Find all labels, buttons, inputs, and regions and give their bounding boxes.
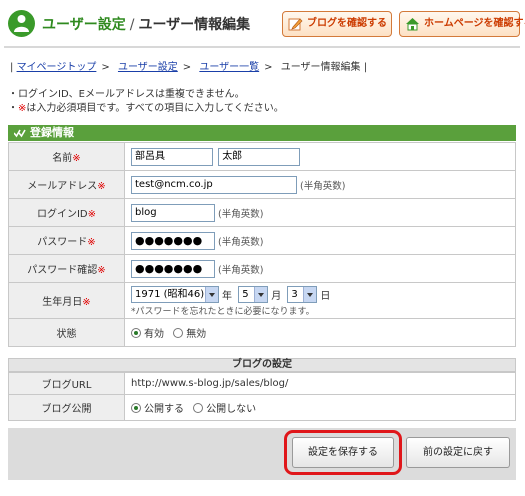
label-name: 名前※ [8,142,125,171]
page-title-main: ユーザー設定 [42,17,126,33]
view-homepage-label: ホームページを確認する [424,18,525,29]
year-unit: 年 [222,291,232,302]
breadcrumb-separator: > [264,62,273,73]
required-mark: ※ [97,265,106,276]
password-input[interactable]: ●●●●●●● [131,231,215,250]
user-settings-icon [8,10,35,37]
label-password-text: パスワード [37,237,88,248]
required-mark: ※ [72,153,81,164]
label-password-confirm-text: パスワード確認 [27,265,98,276]
row-login-id: ログインID※ blog (半角英数) [8,198,516,227]
label-login-id-text: ログインID [36,209,88,220]
section-header-registration: 登録情報 [8,125,516,141]
registration-form: 名前※ 部呂具 太郎 メールアドレス※ test@ncm.co.jp (半角英数)… [8,142,516,347]
email-hint: (半角英数) [300,180,346,192]
row-status: 状態 有効 無効 [8,318,516,347]
status-active-label: 有効 [144,329,164,340]
status-active-radio[interactable] [131,327,141,338]
blog-url-value: http://www.s-blog.jp/sales/blog/ [131,378,289,389]
blog-public-radio[interactable] [131,402,141,413]
row-password: パスワード※ ●●●●●●● (半角英数) [8,226,516,255]
label-blog-public-text: ブログ公開 [41,404,92,415]
row-blog-public: ブログ公開 公開する 公開しない [8,394,516,421]
status-inactive-radio[interactable] [173,327,184,338]
chevron-down-icon [303,287,317,302]
row-blog-url: ブログURL http://www.s-blog.jp/sales/blog/ [8,372,516,395]
blog-settings-header: ブログの設定 [8,358,516,372]
breadcrumb-user-list[interactable]: ユーザー一覧 [199,62,259,73]
month-unit: 月 [271,291,282,302]
row-birthday: 生年月日※ 1971 (昭和46) 年 5 月 3 日 *パスワードを忘れたときに必要… [8,282,516,319]
breadcrumb-mypage-top[interactable]: マイページトップ [17,62,97,73]
birth-day-value: 3 [291,289,298,300]
blog-settings-form: ブログURL http://www.s-blog.jp/sales/blog/ … [8,372,516,421]
birth-month-value: 5 [242,289,249,300]
row-email: メールアドレス※ test@ncm.co.jp (半角英数) [8,170,516,199]
required-mark: ※ [87,209,97,220]
page-title: ユーザー設定 / ユーザー情報編集 [42,14,250,34]
login-id-input[interactable]: blog [131,203,215,222]
title-separator: / [129,17,135,33]
day-unit: 日 [320,291,331,302]
first-name-input[interactable]: 太郎 [218,147,301,166]
chevron-down-icon [205,287,218,302]
double-check-icon [14,129,26,138]
birth-year-select[interactable]: 1971 (昭和46) [131,286,219,303]
required-mark: ※ [97,181,106,192]
password-hint: (半角英数) [218,236,264,248]
last-name-input[interactable]: 部呂具 [131,147,213,166]
birth-year-value: 1971 (昭和46) [135,289,205,300]
breadcrumb-separator: > [101,62,110,73]
page-subtitle: ユーザー情報編集 [138,17,251,33]
blog-private-radio[interactable] [193,402,204,413]
row-password-confirm: パスワード確認※ ●●●●●●● (半角英数) [8,254,516,283]
view-blog-button[interactable]: ブログを確認する [282,11,392,37]
note-duplicate: ・ログインID、Eメールアドレスは重複できません。 [8,89,245,100]
save-button-highlight [284,430,402,475]
breadcrumb-separator: > [182,62,192,73]
breadcrumb-current: ユーザー情報編集 [280,62,361,73]
breadcrumb-close-bar: | [363,62,368,73]
birth-month-select[interactable]: 5 [238,286,269,303]
section-title: 登録情報 [30,126,74,139]
password-confirm-input[interactable]: ●●●●●●● [131,259,215,278]
form-notes: ・ログインID、Eメールアドレスは重複できません。 ・※は入力必須項目です。すべ… [8,88,284,116]
birthday-note: *パスワードを忘れたときに必要になります。 [131,307,315,317]
label-status-text: 状態 [56,329,77,340]
birth-day-select[interactable]: 3 [287,286,318,303]
house-icon [406,18,419,31]
view-homepage-button[interactable]: ホームページを確認する [399,11,525,37]
row-name: 名前※ 部呂具 太郎 [8,142,516,171]
view-blog-label: ブログを確認する [307,18,387,29]
breadcrumb: | マイページトップ > ユーザー設定 > ユーザー一覧 > ユーザー情報編集 | [10,58,367,73]
revert-settings-button[interactable]: 前の設定に戻す [406,437,510,468]
chevron-down-icon [254,287,268,302]
blog-public-label: 公開する [144,404,184,415]
pencil-icon [288,18,303,31]
note-bullet: ・ [8,103,18,114]
login-id-hint: (半角英数) [218,208,264,220]
note-required: ・※は入力必須項目です。すべての項目に入力してください。 [8,102,284,116]
label-birthday-text: 生年月日 [42,297,83,308]
password-confirm-hint: (半角英数) [218,264,264,276]
label-name-text: 名前 [52,153,73,164]
note-required-text: は入力必須項目です。すべての項目に入力してください。 [26,103,284,114]
status-inactive-label: 無効 [186,329,207,340]
email-input[interactable]: test@ncm.co.jp [131,175,297,194]
blog-private-label: 公開しない [206,404,257,415]
breadcrumb-user-settings[interactable]: ユーザー設定 [118,62,178,73]
label-blog-url-text: ブログURL [41,380,92,391]
label-email-text: メールアドレス [27,181,98,192]
required-mark: ※ [87,237,96,248]
page-header: ユーザー設定 / ユーザー情報編集 ブログを確認する ホームページを確認する [4,8,525,48]
breadcrumb-open-bar: | [10,62,14,73]
required-mark: ※ [82,297,91,308]
